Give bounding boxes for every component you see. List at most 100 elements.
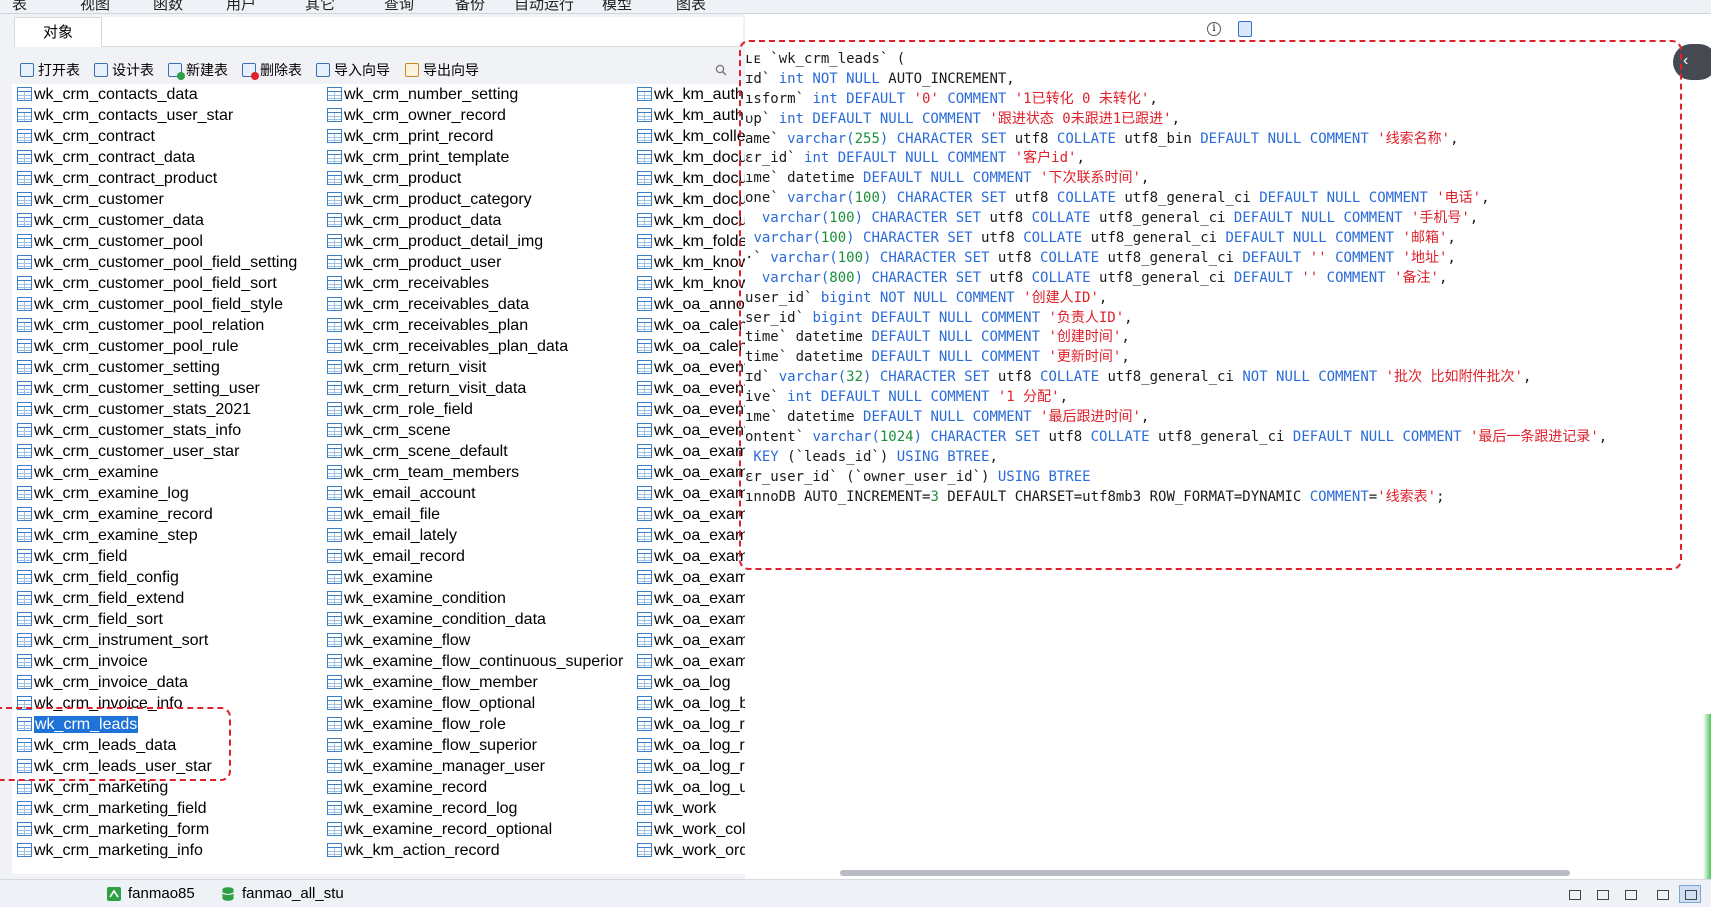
table-list-item[interactable]: wk_crm_customer_pool_field_sort (14, 273, 297, 294)
table-list-item[interactable]: wk_crm_receivables_plan (324, 315, 623, 336)
menu-item-view[interactable]: 视图 (80, 0, 110, 13)
table-list-item[interactable]: wk_crm_customer_pool (14, 231, 297, 252)
table-list-item[interactable]: wk_km_docu (634, 168, 745, 189)
list-view-icon[interactable] (1563, 885, 1585, 903)
table-list-item[interactable]: wk_oa_log (634, 672, 745, 693)
table-list-item[interactable]: wk_oa_exam (634, 441, 745, 462)
table-list-item[interactable]: wk_crm_instrument_sort (14, 630, 297, 651)
table-list-item[interactable]: wk_crm_customer_pool_relation (14, 315, 297, 336)
table-list-item[interactable]: wk_oa_log_r (634, 714, 745, 735)
table-list-item[interactable]: wk_crm_product_data (324, 210, 623, 231)
menu-item-chart[interactable]: 图表 (676, 0, 706, 13)
table-list-item[interactable]: wk_crm_customer_user_star (14, 441, 297, 462)
table-list-item[interactable]: wk_oa_log_r (634, 756, 745, 777)
table-list-item[interactable]: wk_crm_customer_stats_info (14, 420, 297, 441)
table-list-item[interactable]: wk_crm_receivables_data (324, 294, 623, 315)
table-list-item[interactable]: wk_crm_marketing_info (14, 840, 297, 861)
table-list-item[interactable]: wk_crm_marketing_field (14, 798, 297, 819)
table-list-item[interactable]: wk_crm_customer (14, 189, 297, 210)
ddl-scrollbar[interactable] (745, 867, 1711, 879)
table-list-item[interactable]: wk_crm_customer_data (14, 210, 297, 231)
table-list-item[interactable]: wk_km_action_record (324, 840, 623, 861)
table-list-item[interactable]: wk_crm_field_config (14, 567, 297, 588)
table-list-item[interactable]: wk_crm_role_field (324, 399, 623, 420)
table-list-item[interactable]: wk_crm_examine (14, 462, 297, 483)
table-list-item[interactable]: wk_examine_record (324, 777, 623, 798)
table-list-item[interactable]: wk_oa_log_b (634, 693, 745, 714)
table-list-item[interactable]: wk_email_file (324, 504, 623, 525)
table-list-item[interactable]: wk_crm_print_template (324, 147, 623, 168)
table-list-item[interactable]: wk_crm_examine_step (14, 525, 297, 546)
table-list-item[interactable]: wk_crm_owner_record (324, 105, 623, 126)
table-list-item[interactable]: wk_crm_invoice_info (14, 693, 297, 714)
table-list-item[interactable]: wk_crm_product_detail_img (324, 231, 623, 252)
menu-item-automation[interactable]: 自动运行 (514, 0, 574, 13)
hide-panel-icon[interactable] (1651, 885, 1673, 903)
table-list-item[interactable]: wk_oa_log_r (634, 735, 745, 756)
table-list-item[interactable]: wk_oa_event (634, 399, 745, 420)
menu-item-query[interactable]: 查询 (384, 0, 414, 13)
table-list-item[interactable]: wk_crm_scene (324, 420, 623, 441)
table-list-item[interactable]: wk_crm_contract (14, 126, 297, 147)
table-list-item[interactable]: wk_crm_receivables (324, 273, 623, 294)
table-list-item[interactable]: wk_oa_annou (634, 294, 745, 315)
table-list-item[interactable]: wk_crm_leads (14, 714, 297, 735)
table-list-item[interactable]: wk_work_ord (634, 840, 745, 861)
table-list-item[interactable]: wk_crm_leads_data (14, 735, 297, 756)
table-list-item[interactable]: wk_crm_customer_pool_field_setting (14, 252, 297, 273)
open-table-button[interactable]: 打开表 (18, 60, 80, 80)
table-list-item[interactable]: wk_examine_flow_continuous_superior (324, 651, 623, 672)
table-list-item[interactable]: wk_oa_exam (634, 609, 745, 630)
table-list-item[interactable]: wk_examine_flow_optional (324, 693, 623, 714)
table-list-item[interactable]: wk_crm_contacts_user_star (14, 105, 297, 126)
table-list-item[interactable]: wk_crm_leads_user_star (14, 756, 297, 777)
table-list-item[interactable]: wk_oa_calen (634, 336, 745, 357)
table-list-item[interactable]: wk_crm_return_visit (324, 357, 623, 378)
table-list-item[interactable]: wk_crm_customer_pool_field_style (14, 294, 297, 315)
table-list-item[interactable]: wk_oa_log_u (634, 777, 745, 798)
table-list-item[interactable]: wk_km_docu (634, 189, 745, 210)
tab-objects[interactable]: 对象 (14, 17, 102, 47)
table-list-item[interactable]: wk_oa_calen (634, 315, 745, 336)
table-list-item[interactable]: wk_crm_contract_data (14, 147, 297, 168)
new-table-button[interactable]: 新建表 (166, 60, 228, 80)
menu-item-backup[interactable]: 备份 (455, 0, 485, 13)
table-list-item[interactable]: wk_oa_event (634, 378, 745, 399)
table-list-item[interactable]: wk_crm_contacts_data (14, 84, 297, 105)
table-list-item[interactable]: wk_examine_record_optional (324, 819, 623, 840)
table-list-item[interactable]: wk_email_record (324, 546, 623, 567)
menu-item-table[interactable]: 表 (12, 0, 27, 13)
table-list-item[interactable]: wk_crm_customer_pool_rule (14, 336, 297, 357)
table-list-item[interactable]: wk_email_lately (324, 525, 623, 546)
detail-view-icon[interactable] (1591, 885, 1613, 903)
info-icon[interactable]: i (1207, 22, 1221, 36)
table-list-item[interactable]: wk_crm_customer_stats_2021 (14, 399, 297, 420)
menu-item-user[interactable]: 用户 (226, 0, 256, 13)
table-list-item[interactable]: wk_oa_exam (634, 525, 745, 546)
table-list-item[interactable]: wk_crm_examine_record (14, 504, 297, 525)
table-list-item[interactable]: wk_km_docu (634, 210, 745, 231)
table-list-item[interactable]: wk_crm_customer_setting (14, 357, 297, 378)
table-list-item[interactable]: wk_oa_exam (634, 567, 745, 588)
table-list-item[interactable]: wk_examine_condition (324, 588, 623, 609)
table-list-item[interactable]: wk_km_colle (634, 126, 745, 147)
table-list-item[interactable]: wk_crm_print_record (324, 126, 623, 147)
table-list-item[interactable]: wk_crm_field (14, 546, 297, 567)
table-list-item[interactable]: wk_oa_exam (634, 546, 745, 567)
delete-table-button[interactable]: 删除表 (240, 60, 302, 80)
table-list-item[interactable]: wk_examine_flow_superior (324, 735, 623, 756)
table-list-item[interactable]: wk_oa_event (634, 420, 745, 441)
table-list-item[interactable]: wk_examine_flow (324, 630, 623, 651)
table-list-item[interactable]: wk_oa_exam (634, 651, 745, 672)
ddl-code-view[interactable]: ʟᴇ `wk_crm_leads` (ɪd` int NOT NULL AUTO… (745, 50, 1711, 830)
table-list-item[interactable]: wk_work_col (634, 819, 745, 840)
table-list-item[interactable]: wk_oa_exam (634, 462, 745, 483)
table-list-item[interactable]: wk_crm_receivables_plan_data (324, 336, 623, 357)
table-list-item[interactable]: wk_work (634, 798, 745, 819)
menu-item-other[interactable]: 其它 (305, 0, 335, 13)
table-list-item[interactable]: wk_crm_marketing (14, 777, 297, 798)
table-list-item[interactable]: wk_crm_product_category (324, 189, 623, 210)
table-list-item[interactable]: wk_km_auth (634, 105, 745, 126)
table-list-item[interactable]: wk_examine (324, 567, 623, 588)
table-list-item[interactable]: wk_crm_invoice (14, 651, 297, 672)
